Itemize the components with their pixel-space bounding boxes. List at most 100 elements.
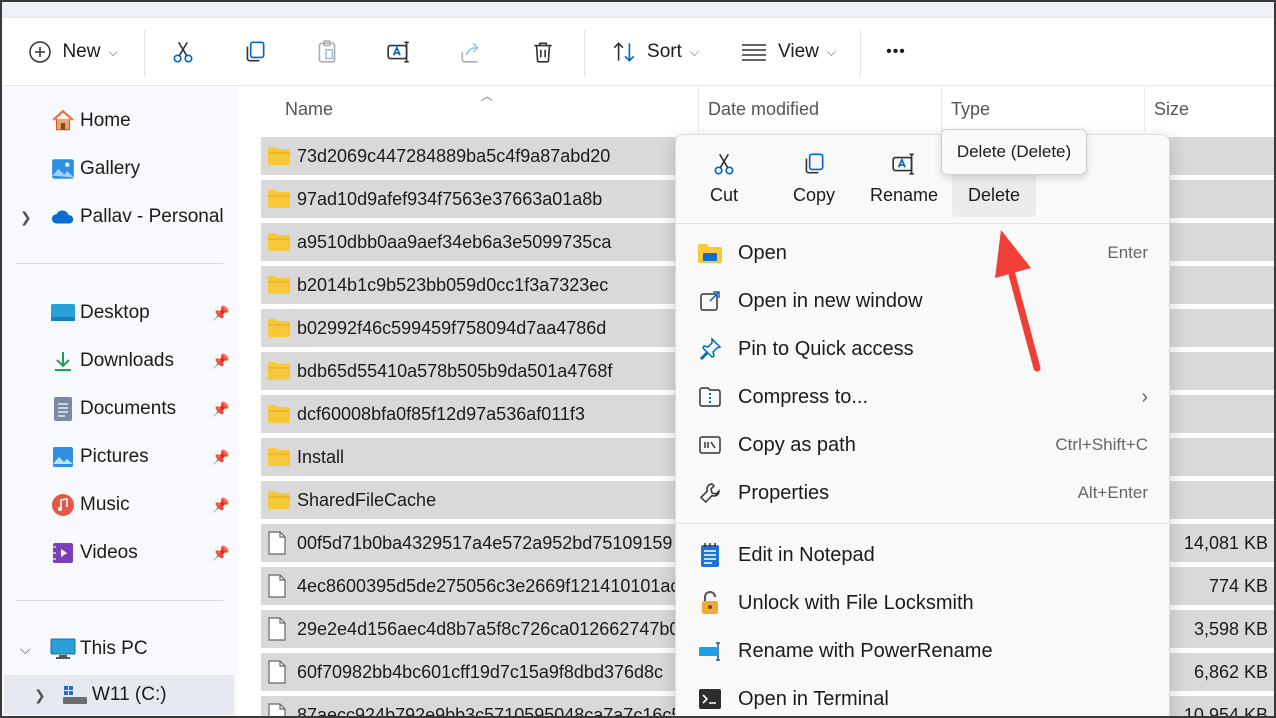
context-cut-button[interactable]: Cut (682, 147, 766, 217)
file-size: 3,598 KB (1193, 618, 1268, 639)
context-item-power-rename[interactable]: Rename with PowerRename (684, 629, 1162, 673)
chevron-right-icon[interactable]: ❯ (20, 209, 32, 226)
pin-icon[interactable]: 📌 (212, 497, 229, 514)
download-icon (50, 348, 76, 374)
pin-icon[interactable]: 📌 (212, 353, 229, 370)
sidebar-item-gallery[interactable]: Gallery (0, 149, 237, 189)
context-item-copy-as-path[interactable]: Copy as path Ctrl+Shift+C (684, 423, 1162, 467)
sort-button[interactable]: Sort ⌵ (600, 18, 710, 86)
context-item-open-terminal[interactable]: Open in Terminal (684, 677, 1162, 718)
new-button[interactable]: New ⌵ (18, 18, 128, 86)
toolbar-divider (860, 30, 861, 76)
sidebar-item-label: Music (80, 494, 130, 515)
document-icon (50, 396, 76, 422)
menu-item-shortcut: Enter (1107, 243, 1148, 262)
context-item-compress[interactable]: Compress to... › (684, 375, 1162, 419)
copy-button[interactable] (232, 18, 278, 86)
context-rename-button[interactable]: Rename (862, 147, 946, 217)
lock-icon (696, 589, 724, 617)
context-menu-divider (676, 523, 1169, 524)
notepad-icon (696, 541, 724, 569)
computer-icon (50, 636, 76, 662)
pin-icon[interactable]: 📌 (212, 545, 229, 562)
file-name: 87aecc924b792e9bb3c5710595048ca7a7c16c5 (297, 704, 682, 718)
menu-item-label: Unlock with File Locksmith (738, 591, 974, 614)
navigation-pane: Home Gallery ❯ Pallav - Personal Desktop… (0, 87, 237, 718)
file-icon (267, 574, 291, 598)
sort-up-icon: ︿ (481, 89, 494, 103)
sidebar-item-label: Gallery (80, 158, 141, 179)
pin-icon[interactable]: 📌 (212, 401, 229, 418)
file-name: b02992f46c599459f758094d7aa4786d (297, 317, 607, 338)
context-item-open-new-window[interactable]: Open in new window (684, 279, 1162, 323)
sidebar-item-desktop[interactable]: Desktop 📌 (0, 293, 237, 333)
file-name: 97ad10d9afef934f7563e37663a01a8b (297, 188, 603, 209)
command-bar: New ⌵ Sort ⌵ View ⌵ ••• (0, 18, 1276, 86)
chevron-right-icon[interactable]: ❯ (34, 687, 46, 704)
context-item-edit-notepad[interactable]: Edit in Notepad (684, 533, 1162, 577)
rename-icon (891, 147, 917, 181)
folder-icon (267, 144, 291, 168)
scissors-icon (711, 147, 737, 181)
context-item-pin-quick-access[interactable]: Pin to Quick access (684, 327, 1162, 371)
column-header-type[interactable]: Type (951, 87, 990, 131)
column-divider[interactable] (1144, 87, 1145, 131)
share-icon (458, 39, 484, 65)
delete-tooltip: Delete (Delete) (941, 129, 1087, 175)
sidebar-divider (16, 600, 223, 601)
toolbar-divider (144, 30, 145, 76)
chevron-down-icon: ⌵ (826, 44, 836, 59)
more-options-button[interactable]: ••• (872, 18, 920, 86)
column-header-date[interactable]: Date modified (708, 87, 819, 131)
open-new-window-icon (696, 287, 724, 315)
pin-icon[interactable]: 📌 (212, 449, 229, 466)
sidebar-item-pictures[interactable]: Pictures 📌 (0, 437, 237, 477)
sidebar-item-onedrive[interactable]: ❯ Pallav - Personal (0, 197, 237, 237)
rename-button[interactable] (376, 18, 422, 86)
column-divider[interactable] (941, 87, 942, 131)
sidebar-item-home[interactable]: Home (0, 101, 237, 141)
menu-item-label: Properties (738, 481, 830, 504)
sort-icon (611, 39, 637, 65)
pin-icon[interactable]: 📌 (212, 305, 229, 322)
home-icon (50, 108, 76, 134)
menu-item-label: Edit in Notepad (738, 543, 875, 566)
scissors-icon (170, 39, 196, 65)
sidebar-item-drive-c[interactable]: ❯ W11 (C:) (4, 675, 234, 715)
copy-icon (801, 147, 827, 181)
column-header-name[interactable]: Name (285, 87, 333, 131)
cut-button[interactable] (160, 18, 206, 86)
copy-path-icon (696, 431, 724, 459)
menu-item-shortcut: Ctrl+Shift+C (1055, 435, 1148, 454)
sidebar-item-downloads[interactable]: Downloads 📌 (0, 341, 237, 381)
quick-action-label: Rename (869, 185, 939, 205)
copy-icon (242, 39, 268, 65)
sidebar-item-label: Desktop (80, 302, 150, 323)
share-button[interactable] (448, 18, 494, 86)
sidebar-item-this-pc[interactable]: ⌵ This PC (0, 629, 237, 669)
file-name: 00f5d71b0ba4329517a4e572a952bd75109159 (297, 532, 673, 553)
video-icon (50, 540, 76, 566)
pin-icon (696, 335, 724, 363)
column-divider[interactable] (698, 87, 699, 131)
folder-icon (267, 359, 291, 383)
context-copy-button[interactable]: Copy (772, 147, 856, 217)
menu-item-shortcut: Alt+Enter (1077, 483, 1148, 502)
sidebar-item-music[interactable]: Music 📌 (0, 485, 237, 525)
context-item-properties[interactable]: Properties Alt+Enter (684, 471, 1162, 515)
view-button[interactable]: View ⌵ (730, 18, 846, 86)
sidebar-item-label: W11 (C:) (92, 684, 167, 705)
chevron-down-icon[interactable]: ⌵ (20, 641, 31, 658)
context-item-open[interactable]: Open Enter (684, 231, 1162, 275)
column-header-size[interactable]: Size (1154, 87, 1189, 131)
sidebar-item-documents[interactable]: Documents 📌 (0, 389, 237, 429)
context-item-file-locksmith[interactable]: Unlock with File Locksmith (684, 581, 1162, 625)
delete-button[interactable] (520, 18, 566, 86)
paste-button[interactable] (304, 18, 350, 86)
sidebar-item-videos[interactable]: Videos 📌 (0, 533, 237, 573)
file-name: a9510dbb0aa9aef34eb6a3e5099735ca (297, 231, 612, 252)
toolbar-divider (584, 30, 585, 76)
rename-icon (386, 39, 412, 65)
wrench-icon (696, 479, 724, 507)
clipboard-icon (314, 39, 340, 65)
